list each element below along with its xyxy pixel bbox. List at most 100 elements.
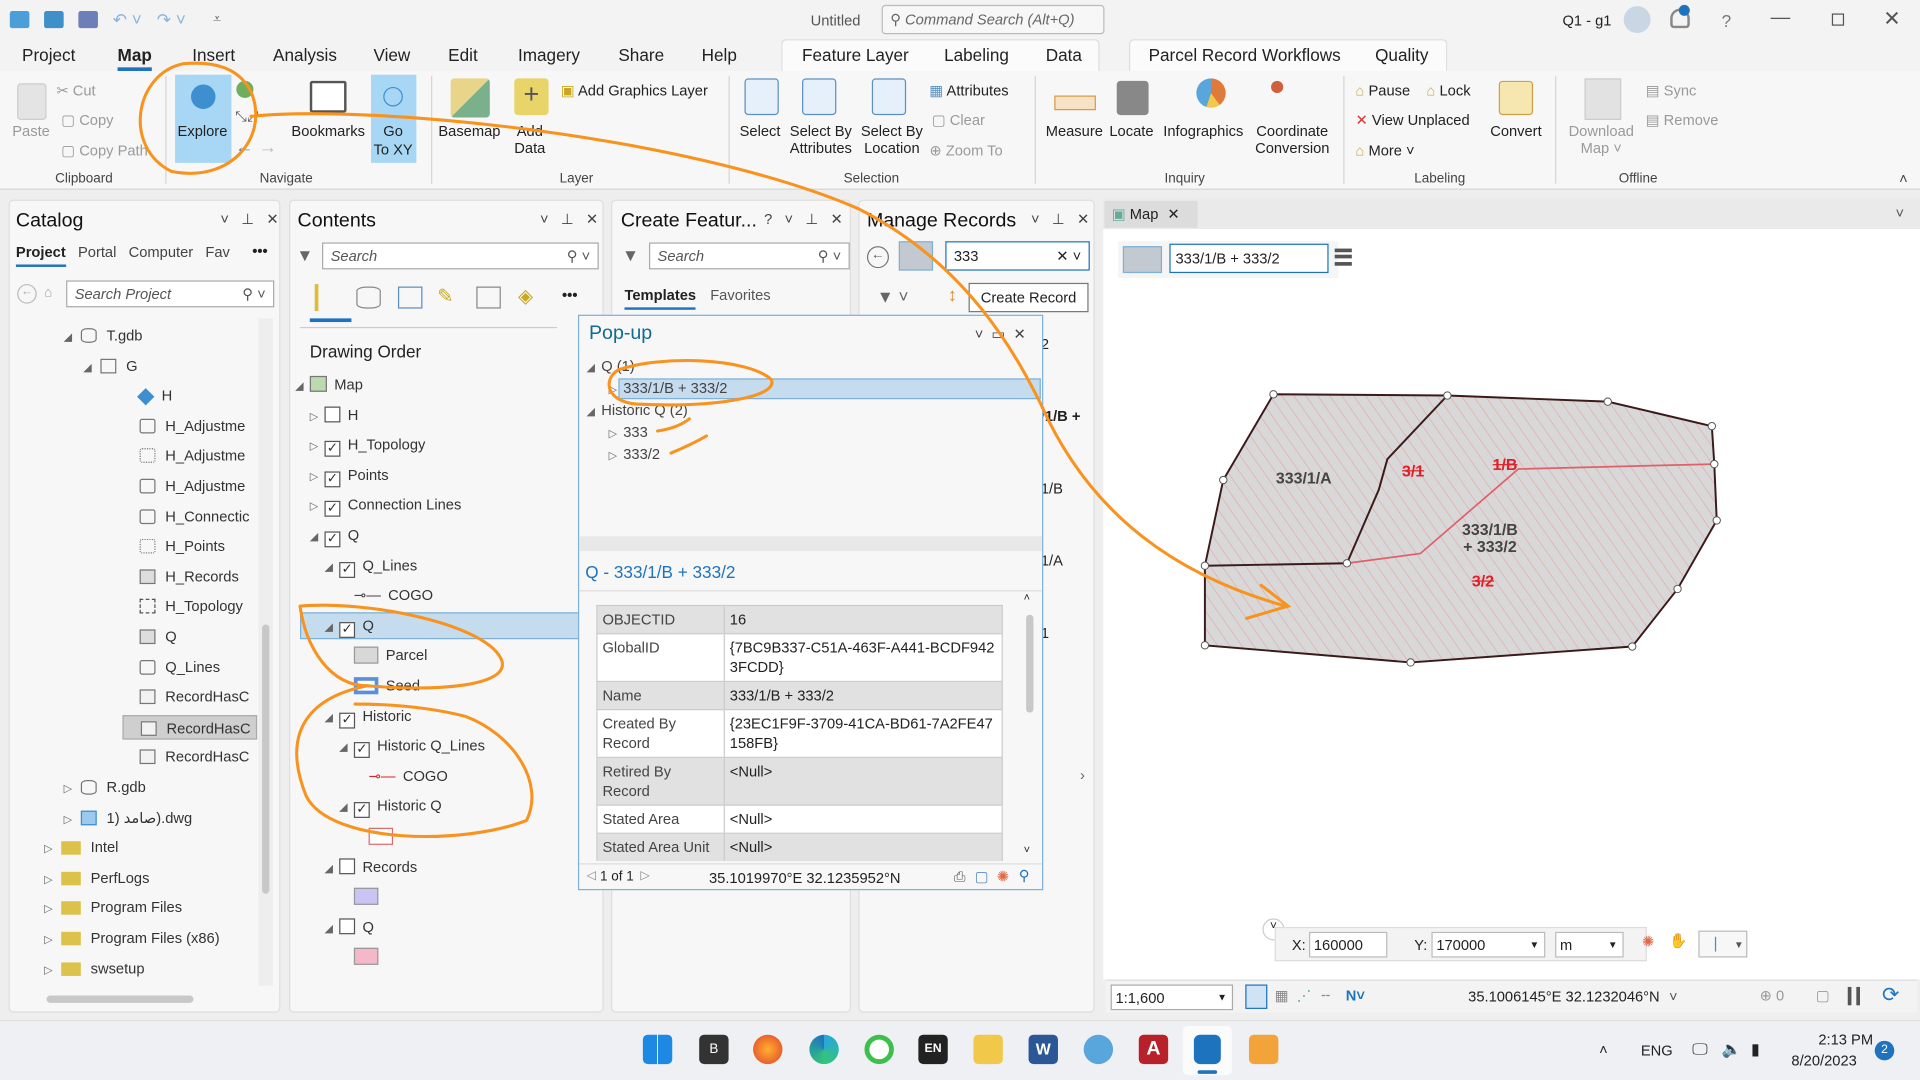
tab-parcel-1[interactable]: Quality	[1375, 45, 1428, 65]
firefox-icon[interactable]	[753, 1035, 782, 1064]
pane-menu-icon[interactable]: ˅	[220, 211, 229, 228]
catalog-item[interactable]: H_Topology	[122, 594, 242, 618]
pane-menu-icon[interactable]: ˅	[540, 211, 549, 228]
tab-context-2[interactable]: Data	[1046, 45, 1082, 65]
start-button[interactable]	[643, 1035, 672, 1064]
symbol-swatch[interactable]	[369, 828, 393, 845]
go-to-xy-button[interactable]: Go To XY	[371, 75, 416, 163]
tab-help[interactable]: Help	[702, 45, 737, 65]
expand-icon[interactable]: ◢	[324, 855, 339, 879]
expand-icon[interactable]: ◢	[587, 400, 602, 422]
measure-button[interactable]: Measure	[1046, 122, 1103, 139]
symbol-swatch[interactable]	[354, 948, 378, 965]
catalog-tab-portal[interactable]: Portal	[78, 244, 116, 261]
catalog-item[interactable]: H_Adjustme	[122, 444, 245, 468]
layer-item[interactable]: Parcel	[339, 643, 427, 667]
pane-menu-icon[interactable]: ˅	[1031, 211, 1040, 228]
layer-visibility-checkbox[interactable]	[339, 918, 355, 934]
arcgis-pro-taskbar-button[interactable]	[1183, 1026, 1232, 1075]
expand-icon[interactable]: ◢	[339, 795, 354, 819]
constraints-icon[interactable]: ⋰	[1297, 987, 1312, 1004]
snapping-toggle[interactable]	[1245, 984, 1267, 1008]
layer-item[interactable]	[339, 884, 386, 908]
catalog-item[interactable]: H_Points	[122, 534, 224, 558]
layer-visibility-checkbox[interactable]	[339, 858, 355, 874]
close-icon[interactable]: ✕	[1167, 206, 1179, 223]
network-icon[interactable]: 🖵	[1692, 1040, 1707, 1060]
close-icon[interactable]: ✕	[586, 211, 598, 228]
grid-view-toggle[interactable]	[899, 241, 933, 270]
select-button[interactable]: Select	[740, 122, 781, 139]
pane-menu-icon[interactable]: ˅	[785, 211, 794, 228]
pause-drawing-icon[interactable]	[1848, 987, 1860, 1005]
cut-button[interactable]: ✂ Cut	[56, 82, 95, 99]
previous-feature-icon[interactable]: ◁	[587, 869, 596, 882]
restore-button[interactable]	[1832, 13, 1844, 25]
coordinate-conversion-button[interactable]: CoordinateConversion	[1255, 122, 1329, 156]
expand-icon[interactable]: ▷	[310, 434, 325, 458]
remove-button[interactable]: ▤ Remove	[1646, 111, 1719, 128]
catalog-item[interactable]: H_Adjustme	[122, 414, 245, 438]
pin-icon[interactable]: ⊥	[561, 211, 574, 228]
undo-icon[interactable]: ↶ ˅	[113, 10, 142, 31]
contents-search-input[interactable]: Search⚲ ˅	[322, 242, 599, 269]
record-item[interactable]: 1/B	[1041, 480, 1063, 497]
clear-selection-button[interactable]: ▢ Clear	[932, 111, 985, 128]
tab-view[interactable]: View	[373, 45, 410, 65]
expand-icon[interactable]: ◢	[324, 705, 339, 729]
expand-icon[interactable]: ▷	[310, 464, 325, 488]
copy-button[interactable]: ▢ Copy	[61, 111, 113, 128]
expand-icon[interactable]: ▷	[44, 897, 59, 921]
expand-icon[interactable]: ◢	[324, 614, 339, 638]
expand-icon[interactable]: ▷	[609, 422, 624, 444]
catalog-item[interactable]: H_Adjustme	[122, 474, 245, 498]
catalog-item[interactable]: ◢T.gdb	[64, 323, 143, 347]
refresh-icon[interactable]: ⟳	[1882, 983, 1899, 1007]
tab-templates[interactable]: Templates	[624, 287, 696, 310]
layer-visibility-checkbox[interactable]: ✓	[339, 622, 355, 638]
lock-labeling-button[interactable]: ⌂ Lock	[1427, 82, 1471, 99]
close-window-button[interactable]: ✕	[1883, 7, 1900, 31]
popup-menu-icon[interactable]: ˅	[975, 326, 984, 343]
tab-analysis[interactable]: Analysis	[273, 45, 337, 65]
select-by-attributes-button[interactable]: Select ByAttributes	[790, 122, 852, 156]
catalog-item[interactable]: Q	[122, 624, 176, 648]
expand-icon[interactable]: ◢	[339, 735, 354, 759]
symbol-swatch[interactable]	[354, 677, 378, 694]
expand-icon[interactable]: ▷	[310, 404, 325, 428]
maximize-icon[interactable]: ▭	[991, 326, 1005, 343]
catalog-item[interactable]: ▷Intel	[44, 835, 118, 859]
x-coordinate-input[interactable]: 160000	[1309, 932, 1387, 958]
layer-item[interactable]	[354, 824, 401, 848]
back-icon[interactable]: ←	[17, 284, 37, 304]
view-unplaced-button[interactable]: ✕ View Unplaced	[1356, 111, 1470, 128]
view-menu-icon[interactable]: ˅	[1896, 204, 1905, 221]
convert-button[interactable]: Convert	[1490, 122, 1541, 139]
catalog-item[interactable]: RecordHasC	[122, 715, 256, 739]
layer-item[interactable]: ▷✓Connection Lines	[310, 493, 462, 517]
copy-path-button[interactable]: ▢ Copy Path	[61, 142, 148, 159]
catalog-item[interactable]: Q_Lines	[122, 655, 220, 679]
clock-date[interactable]: 8/20/2023	[1791, 1052, 1856, 1069]
clear-selection-icon[interactable]: ▢	[1816, 987, 1830, 1004]
y-coordinate-input[interactable]: 170000▼	[1431, 932, 1545, 958]
flash-icon[interactable]: ✺	[1642, 933, 1654, 950]
catalog-tab-computer[interactable]: Computer	[129, 244, 194, 261]
record-item[interactable]: /1/B +	[1041, 408, 1081, 425]
filter-icon[interactable]: ▼	[622, 245, 639, 265]
close-icon[interactable]: ✕	[266, 211, 278, 228]
layer-item[interactable]: ▷✓H_Topology	[310, 432, 426, 456]
attributes-button[interactable]: ▦ Attributes	[929, 82, 1008, 99]
layer-visibility-checkbox[interactable]: ✓	[324, 441, 340, 457]
locate-button[interactable]: Locate	[1109, 122, 1153, 139]
symbol-swatch[interactable]	[354, 647, 378, 664]
list-by-selection-icon[interactable]	[398, 287, 422, 309]
edge-icon[interactable]	[809, 1035, 838, 1064]
next-feature-icon[interactable]: ▷	[640, 869, 649, 882]
expand-icon[interactable]: ◢	[83, 355, 98, 379]
layer-visibility-checkbox[interactable]	[324, 406, 340, 422]
popup-scrollbar[interactable]: ˄˅	[1022, 595, 1037, 861]
filter-icon[interactable]: ▼	[296, 245, 313, 265]
tab-map[interactable]: Map	[118, 45, 152, 65]
close-icon[interactable]: ✕	[1077, 211, 1089, 228]
